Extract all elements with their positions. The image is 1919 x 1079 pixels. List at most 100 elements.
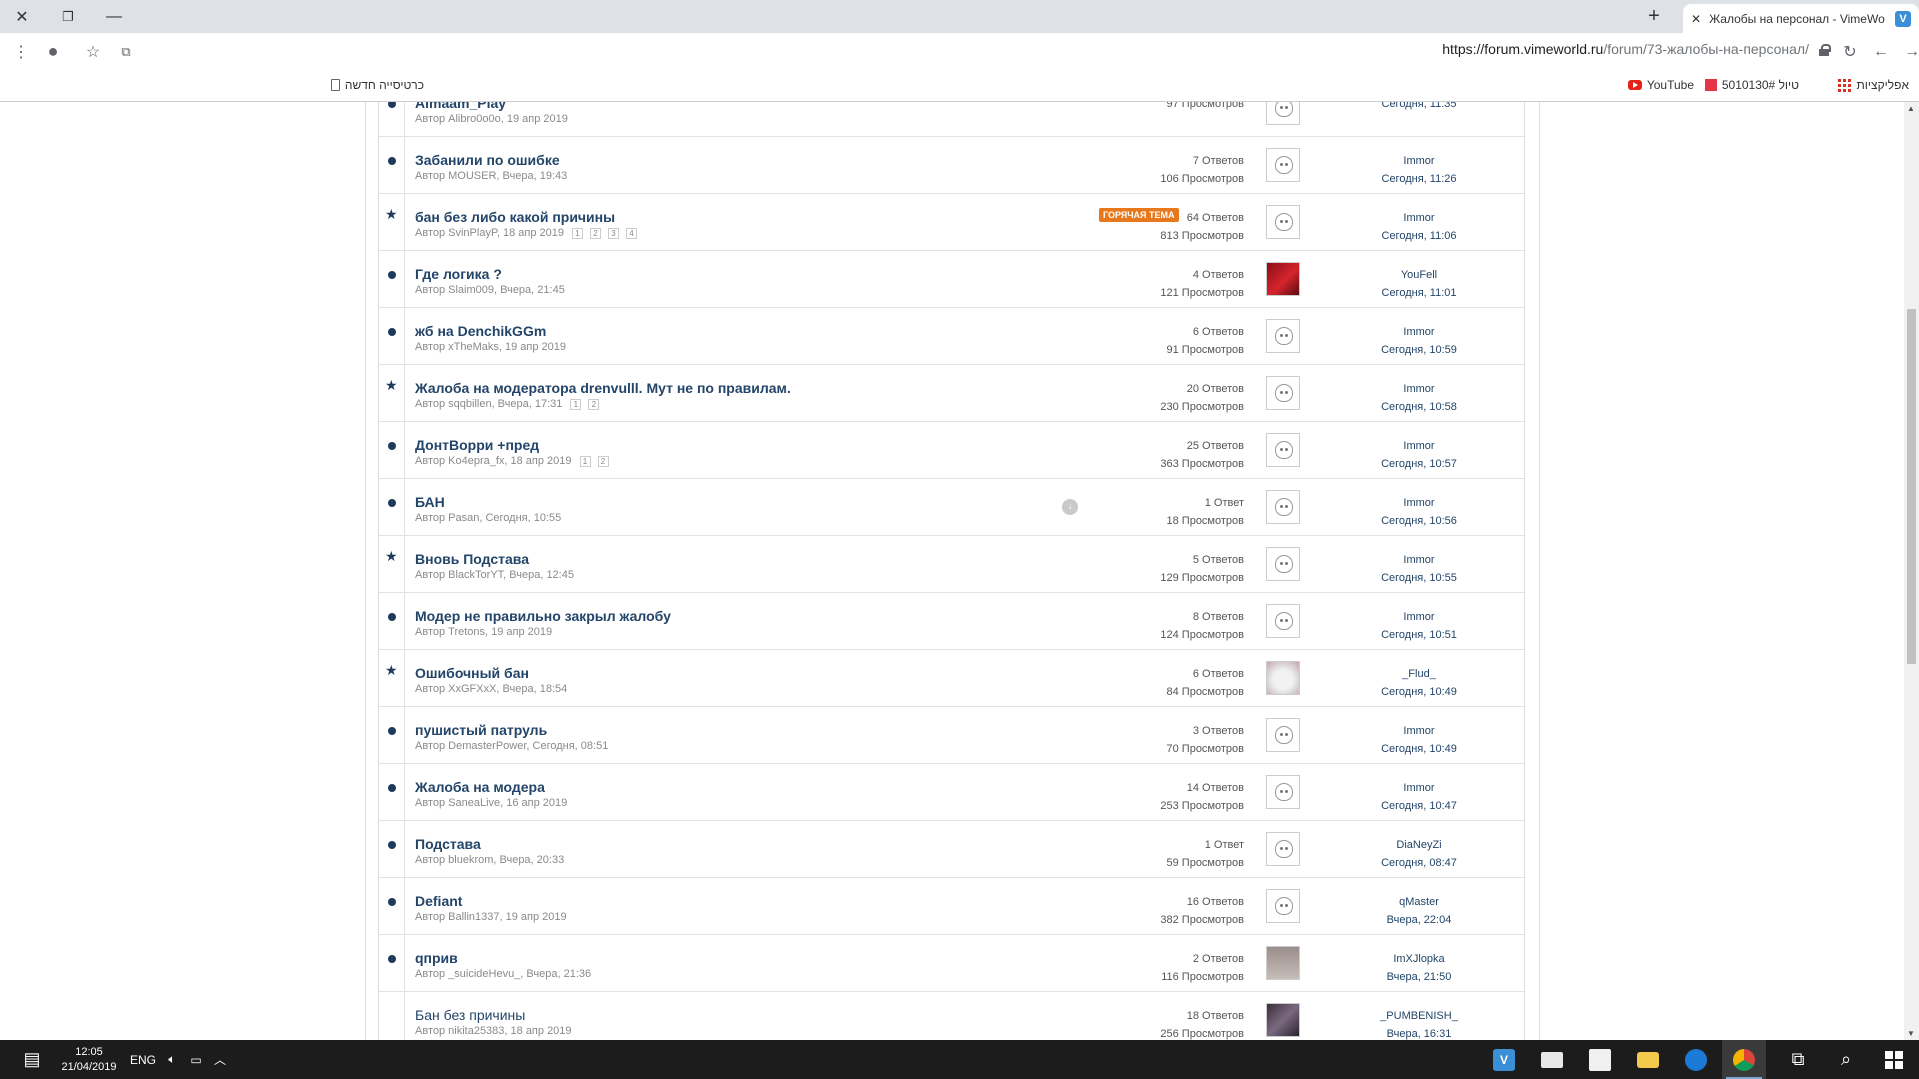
avatar[interactable]	[1266, 319, 1300, 353]
avatar[interactable]	[1266, 148, 1300, 182]
notification-icon[interactable]: ▤	[10, 1040, 54, 1079]
last-post-user[interactable]: Immor	[1339, 494, 1499, 512]
page-link[interactable]: 1	[579, 455, 591, 467]
last-post-time[interactable]: Сегодня, 10:59	[1339, 341, 1499, 359]
scrollbar[interactable]: ▲ ▼	[1904, 102, 1919, 1040]
topic-title[interactable]: Подстава	[415, 836, 481, 852]
avatar[interactable]	[1266, 102, 1300, 125]
page-link[interactable]: 2	[597, 455, 609, 467]
last-post-user[interactable]: Immor	[1339, 779, 1499, 797]
last-post-user[interactable]: Immor	[1339, 152, 1499, 170]
last-post-time[interactable]: Сегодня, 11:35	[1339, 102, 1499, 113]
bookmark-apps[interactable]: אפליקציות	[1832, 78, 1909, 92]
topic-title[interactable]: Забанили по ошибке	[415, 152, 560, 168]
page-link[interactable]: 3	[607, 227, 619, 239]
chrome-icon[interactable]	[1722, 1040, 1766, 1079]
mail-icon[interactable]	[1530, 1040, 1574, 1079]
last-post-user[interactable]: ImXJlopka	[1339, 950, 1499, 968]
bookmark-youtube[interactable]: YouTube	[1623, 78, 1694, 92]
avatar[interactable]	[1266, 604, 1300, 638]
topic-title[interactable]: Где логика ?	[415, 266, 502, 282]
last-post-user[interactable]: Immor	[1339, 380, 1499, 398]
explorer-icon[interactable]	[1626, 1040, 1670, 1079]
restore-window-icon[interactable]: ❐	[46, 0, 90, 33]
profile-icon[interactable]: ●	[38, 33, 68, 70]
taskview-icon[interactable]: ⧉	[1776, 1040, 1820, 1079]
scroll-up-icon[interactable]: ▲	[1907, 104, 1915, 113]
last-post-time[interactable]: Сегодня, 11:06	[1339, 227, 1499, 245]
topic-title[interactable]: Ошибочный бан	[415, 665, 529, 681]
avatar[interactable]	[1266, 433, 1300, 467]
bookmark-trip[interactable]: טיול 5010130#	[1700, 78, 1799, 92]
scroll-down-icon[interactable]: ▼	[1907, 1029, 1915, 1038]
reload-icon[interactable]: ↻	[1835, 33, 1865, 70]
topic-title[interactable]: пушистый патруль	[415, 722, 547, 738]
last-post-time[interactable]: Сегодня, 10:58	[1339, 398, 1499, 416]
avatar[interactable]	[1266, 262, 1300, 296]
bookmark-new-tab[interactable]: כרטיסייה חדשה	[326, 78, 424, 92]
menu-icon[interactable]: ⋮	[6, 33, 36, 70]
last-post-user[interactable]: qMaster	[1339, 893, 1499, 911]
language-indicator[interactable]: ENG	[128, 1040, 158, 1079]
topic-title[interactable]: БАН	[415, 494, 445, 510]
star-bookmark-icon[interactable]: ☆	[78, 33, 108, 70]
tray-chevron-icon[interactable]: ︿	[208, 1040, 232, 1079]
avatar[interactable]	[1266, 661, 1300, 695]
last-post-time[interactable]: Вчера, 22:04	[1339, 911, 1499, 929]
network-icon[interactable]: ▭	[184, 1040, 208, 1079]
clock[interactable]: 12:05 21/04/2019	[54, 1040, 124, 1079]
avatar[interactable]	[1266, 547, 1300, 581]
minimize-window-icon[interactable]: —	[92, 0, 136, 33]
edge-icon[interactable]	[1674, 1040, 1718, 1079]
download-icon[interactable]: ↓	[1062, 499, 1078, 515]
last-post-time[interactable]: Сегодня, 11:01	[1339, 284, 1499, 302]
topic-title[interactable]: жб на DenchikGGm	[415, 323, 546, 339]
page-link[interactable]: 1	[571, 227, 583, 239]
scroll-thumb[interactable]	[1907, 309, 1916, 664]
last-post-time[interactable]: Вчера, 21:50	[1339, 968, 1499, 986]
last-post-user[interactable]: Immor	[1339, 608, 1499, 626]
last-post-user[interactable]: Immor	[1339, 722, 1499, 740]
last-post-user[interactable]: DiaNeyZi	[1339, 836, 1499, 854]
back-icon[interactable]: ←	[1866, 33, 1896, 70]
last-post-user[interactable]: Immor	[1339, 437, 1499, 455]
avatar[interactable]	[1266, 832, 1300, 866]
last-post-user[interactable]: Immor	[1339, 209, 1499, 227]
last-post-user[interactable]: Immor	[1339, 551, 1499, 569]
topic-title[interactable]: Defiant	[415, 893, 462, 909]
page-link[interactable]: 1	[570, 398, 582, 410]
start-icon[interactable]	[1872, 1040, 1916, 1079]
avatar[interactable]	[1266, 946, 1300, 980]
topic-title[interactable]: Модер не правильно закрыл жалобу	[415, 608, 671, 624]
topic-title[interactable]: Вновь Подстава	[415, 551, 529, 567]
topic-title[interactable]: ДонтВорри +пред	[415, 437, 539, 453]
page-link[interactable]: 2	[589, 227, 601, 239]
store-icon[interactable]	[1578, 1040, 1622, 1079]
address-bar[interactable]: https://forum.vimeworld.ru/forum/73-жало…	[1442, 41, 1809, 57]
last-post-time[interactable]: Сегодня, 10:56	[1339, 512, 1499, 530]
topic-title[interactable]: Бан без причины	[415, 1007, 525, 1023]
avatar[interactable]	[1266, 718, 1300, 752]
topic-title[interactable]: Жалоба на модера	[415, 779, 545, 795]
avatar[interactable]	[1266, 490, 1300, 524]
topic-title[interactable]: бан без либо какой причины	[415, 209, 615, 225]
volume-icon[interactable]: 🔈︎	[160, 1040, 184, 1079]
avatar[interactable]	[1266, 205, 1300, 239]
tab-active[interactable]: ✕ Жалобы на персонал - VimeWo V	[1683, 4, 1919, 33]
last-post-user[interactable]: _PUMBENISH_	[1339, 1007, 1499, 1025]
page-link[interactable]: 4	[625, 227, 637, 239]
avatar[interactable]	[1266, 1003, 1300, 1037]
tab-close-icon[interactable]: ✕	[1691, 12, 1701, 26]
topic-title[interactable]: qприв	[415, 950, 458, 966]
close-window-icon[interactable]: ✕	[0, 0, 44, 33]
last-post-user[interactable]: _Flud_	[1339, 665, 1499, 683]
last-post-time[interactable]: Сегодня, 10:47	[1339, 797, 1499, 815]
last-post-time[interactable]: Сегодня, 10:51	[1339, 626, 1499, 644]
search-icon[interactable]: ⌕	[1824, 1040, 1868, 1079]
last-post-time[interactable]: Сегодня, 08:47	[1339, 854, 1499, 872]
last-post-time[interactable]: Сегодня, 10:57	[1339, 455, 1499, 473]
last-post-time[interactable]: Сегодня, 10:49	[1339, 683, 1499, 701]
avatar[interactable]	[1266, 889, 1300, 923]
topic-title[interactable]: Жалоба на модератора drenvulll. Мут не п…	[415, 380, 791, 396]
last-post-user[interactable]: YouFell	[1339, 266, 1499, 284]
